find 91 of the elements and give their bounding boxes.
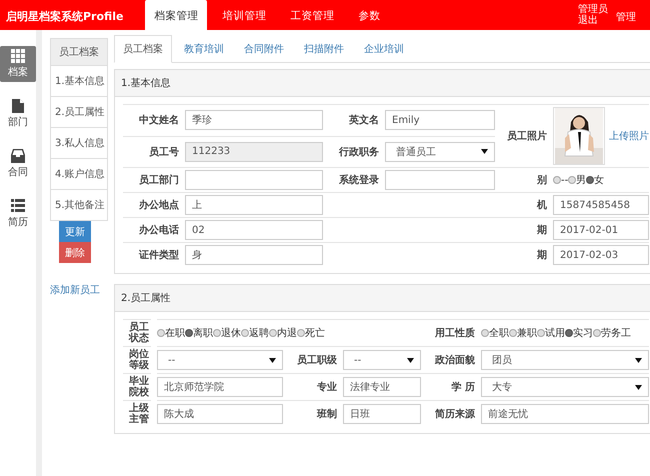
- subnav-item[interactable]: 5.其他备注: [50, 190, 108, 221]
- input-field[interactable]: 陈大成: [157, 404, 283, 424]
- sidebar-item[interactable]: 档案: [0, 46, 36, 82]
- subnav-item[interactable]: 1.基本信息: [50, 66, 108, 97]
- input-field[interactable]: 2017-02-03: [553, 245, 649, 265]
- input-field[interactable]: 法律专业: [343, 377, 421, 397]
- tab[interactable]: 扫描附件: [296, 36, 352, 62]
- radio-label: 劳务工: [601, 326, 631, 340]
- caret-icon: [635, 384, 642, 390]
- subnav-item[interactable]: 2.员工属性: [50, 97, 108, 128]
- tab[interactable]: 合同附件: [236, 36, 292, 62]
- nav-tab[interactable]: 工资管理: [281, 0, 344, 30]
- radio-label: 全职: [489, 327, 509, 340]
- radio-label: 试用: [545, 326, 565, 340]
- radio-button[interactable]: [509, 329, 517, 337]
- sidebar-item[interactable]: 合同: [0, 146, 36, 182]
- document-icon: [11, 99, 25, 113]
- input-field[interactable]: 02: [185, 220, 323, 240]
- tab[interactable]: 企业培训: [356, 36, 412, 62]
- input-field[interactable]: 身: [185, 245, 323, 265]
- add-employee-link[interactable]: 添加新员工: [50, 283, 108, 297]
- radio-button[interactable]: [565, 329, 573, 337]
- radio-label: 退休: [221, 326, 241, 340]
- input-field[interactable]: 前途无忧: [481, 404, 649, 424]
- nav-tab[interactable]: 档案管理: [145, 0, 208, 30]
- input-field[interactable]: 2017-02-01: [553, 220, 649, 240]
- radio-label: 实习: [573, 326, 593, 340]
- radio-label: 死亡: [305, 326, 325, 340]
- dropdown[interactable]: 普通员工: [385, 142, 495, 162]
- dropdown[interactable]: --: [157, 350, 283, 370]
- tab[interactable]: 教育培训: [176, 36, 232, 62]
- field-label: 岗位等级: [123, 346, 151, 373]
- radio-button[interactable]: [537, 329, 545, 337]
- radio-label: 男: [576, 174, 586, 187]
- radio-button[interactable]: [568, 176, 576, 184]
- input-field[interactable]: 季珍: [185, 110, 323, 130]
- radio-label: 返聘: [249, 326, 269, 340]
- field-label: 员工状态: [123, 319, 151, 346]
- inbox-icon: [11, 149, 25, 163]
- input-field[interactable]: Emily: [385, 110, 495, 130]
- upload-photo-link[interactable]: 上传照片: [609, 129, 649, 143]
- radio-label: 在职: [165, 327, 185, 340]
- list-icon: [11, 199, 25, 213]
- tab[interactable]: 员工档案: [114, 35, 172, 63]
- caret-icon: [635, 358, 642, 362]
- input-field[interactable]: [385, 170, 495, 190]
- radio-button[interactable]: [586, 176, 594, 184]
- input-field[interactable]: 北京师范学院: [157, 377, 283, 397]
- grid-icon: [11, 49, 25, 63]
- radio-label: 内退: [277, 326, 297, 340]
- input-field[interactable]: 上: [185, 195, 323, 215]
- section-header: 2.员工属性: [115, 285, 650, 312]
- radio-label: 女: [594, 174, 604, 187]
- nav-tab[interactable]: 培训管理: [213, 0, 276, 30]
- dropdown[interactable]: 大专: [481, 377, 649, 397]
- dropdown[interactable]: --: [343, 350, 421, 370]
- radio-button[interactable]: [269, 329, 277, 337]
- input-field[interactable]: 15874585458: [553, 195, 649, 215]
- field-label: 上级主管: [123, 400, 151, 427]
- caret-icon: [481, 149, 488, 154]
- caret-icon: [269, 358, 276, 362]
- subnav-header: 员工档案: [50, 38, 108, 66]
- app-title: 启明星档案系统Profile: [5, 9, 124, 24]
- radio-button[interactable]: [157, 329, 165, 337]
- radio-button[interactable]: [241, 329, 249, 337]
- user-menu[interactable]: 管理员退出: [578, 0, 608, 26]
- update-button[interactable]: 更新: [59, 221, 91, 242]
- delete-button[interactable]: 删除: [59, 242, 91, 263]
- radio-label: 离职: [193, 326, 213, 340]
- sidebar-item[interactable]: 简历: [0, 196, 36, 232]
- input-field[interactable]: [185, 170, 323, 190]
- subnav-item[interactable]: 3.私人信息: [50, 128, 108, 159]
- radio-button[interactable]: [185, 329, 193, 337]
- sidebar-item[interactable]: 部门: [0, 96, 36, 132]
- field-label: 用工性质: [421, 319, 481, 346]
- dropdown[interactable]: 团员: [481, 350, 649, 370]
- caret-icon: [407, 358, 414, 362]
- radio-button[interactable]: [481, 329, 489, 337]
- field-label: 毕业院校: [123, 373, 151, 400]
- input-field[interactable]: 日班: [343, 404, 421, 424]
- radio-button[interactable]: [213, 329, 221, 337]
- radio-label: 兼职: [517, 327, 537, 340]
- field-label: 别: [495, 167, 553, 192]
- subnav-item[interactable]: 4.账户信息: [50, 159, 108, 190]
- radio-button[interactable]: [553, 176, 561, 184]
- section-header: 1.基本信息: [115, 70, 650, 97]
- radio-button[interactable]: [593, 329, 601, 337]
- admin-link[interactable]: 管理: [608, 0, 650, 24]
- nav-tab[interactable]: 参数: [349, 0, 390, 30]
- radio-label: --: [561, 174, 568, 186]
- radio-button[interactable]: [297, 329, 305, 337]
